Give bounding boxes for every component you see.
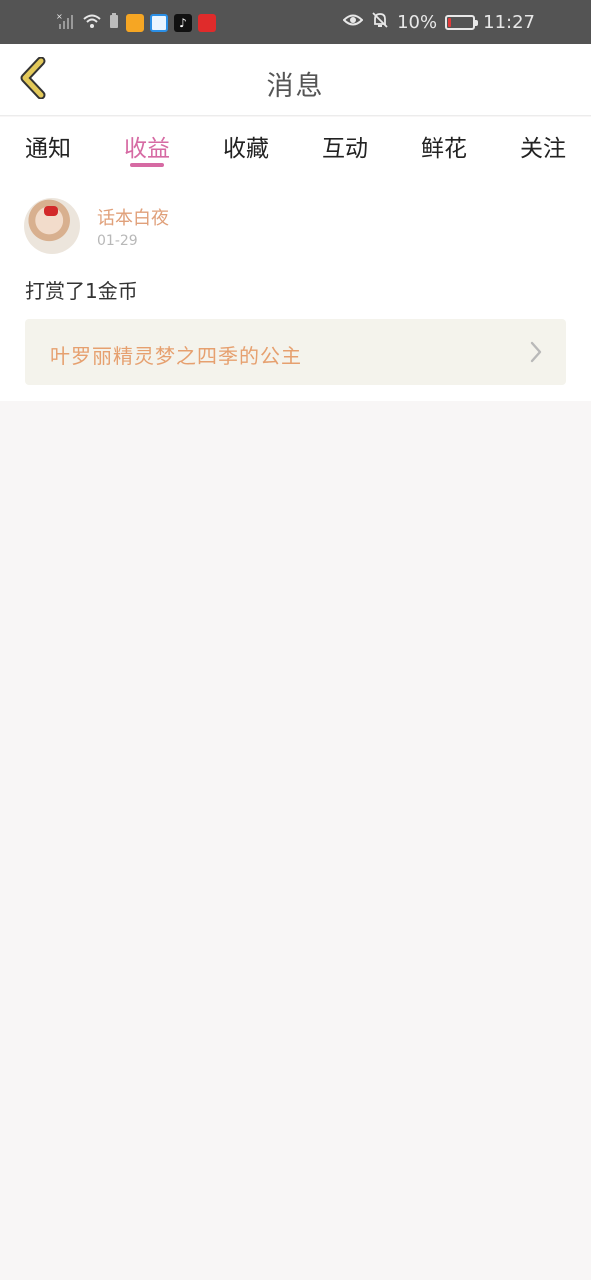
status-bar: × ♪ 10% 11:27	[0, 0, 591, 44]
weibo-app-icon	[126, 14, 144, 32]
eye-comfort-icon	[342, 12, 364, 33]
tab-label: 鲜花	[421, 136, 467, 162]
tab-0[interactable]: 通知	[24, 117, 72, 179]
battery-icon	[445, 14, 479, 30]
tab-active-indicator	[130, 163, 164, 167]
tab-label: 互动	[322, 136, 368, 162]
tab-1[interactable]: 收益	[123, 117, 171, 179]
tab-3[interactable]: 互动	[321, 117, 369, 179]
tab-label: 收藏	[223, 136, 269, 162]
battery-saver-icon	[108, 12, 120, 34]
status-right: 10% 11:27	[342, 10, 535, 34]
book-link-card[interactable]: 叶罗丽精灵梦之四季的公主	[25, 319, 566, 385]
avatar[interactable]	[24, 198, 80, 254]
red-app-icon	[198, 14, 216, 32]
tab-label: 收益	[124, 136, 170, 162]
tab-label: 关注	[520, 136, 566, 162]
message-list: 话本白夜 01-29 打赏了1金币 叶罗丽精灵梦之四季的公主	[0, 179, 591, 401]
book-title: 叶罗丽精灵梦之四季的公主	[50, 344, 302, 368]
battery-fill	[448, 17, 452, 27]
tab-5[interactable]: 关注	[519, 117, 567, 179]
browser-app-icon	[150, 14, 168, 32]
message-text: 打赏了1金币	[25, 279, 138, 303]
tiktok-app-icon: ♪	[174, 14, 192, 32]
signal-off-icon: ×	[56, 12, 76, 34]
mute-icon	[371, 11, 389, 34]
page-title: 消息	[266, 71, 325, 102]
svg-text:×: ×	[56, 12, 63, 21]
top-header: 消息	[0, 44, 591, 116]
tab-bar: 通知 收益 收藏 互动 鲜花 关注	[0, 117, 591, 179]
message-date: 01-29	[97, 233, 138, 249]
tab-2[interactable]: 收藏	[222, 117, 270, 179]
status-left-icons: × ♪	[56, 12, 216, 34]
user-name[interactable]: 话本白夜	[97, 204, 169, 230]
chevron-right-icon	[528, 341, 544, 363]
wifi-icon	[82, 12, 102, 34]
battery-percent: 10%	[397, 11, 438, 33]
tab-4[interactable]: 鲜花	[420, 117, 468, 179]
clock: 11:27	[483, 11, 535, 33]
avatar-bow	[44, 206, 58, 216]
tab-label: 通知	[25, 136, 71, 162]
